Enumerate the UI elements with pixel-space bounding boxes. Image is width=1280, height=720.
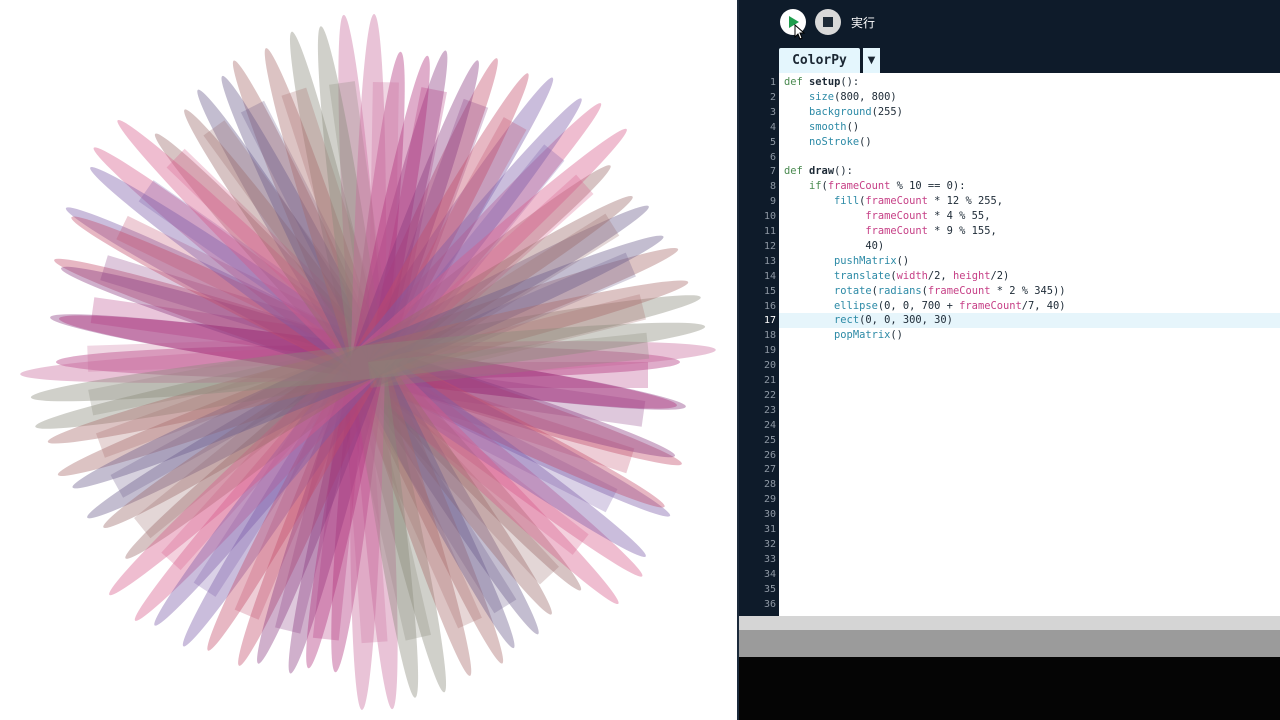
line-number: 18 xyxy=(763,330,776,342)
line-number: 27 xyxy=(763,464,776,476)
line-number: 30 xyxy=(763,509,776,521)
code-line[interactable]: 40) xyxy=(784,239,884,254)
line-number: 11 xyxy=(763,226,776,237)
toolbar: 実行 xyxy=(739,0,1280,44)
tab-colorpy[interactable]: ColorPy xyxy=(779,48,860,74)
code-line[interactable]: background(255) xyxy=(784,105,903,120)
code-line[interactable]: noStroke() xyxy=(784,135,872,150)
line-number-gutter: 1 2 3 4 5 6 7 8 9 10 11 12 13 14 15 16 17 18 19 20 21 22 23 24 2… xyxy=(739,73,779,616)
sketch-canvas xyxy=(0,0,737,720)
line-number: 32 xyxy=(763,538,776,550)
line-number: 14 xyxy=(763,270,776,282)
line-number: 29 xyxy=(763,494,776,506)
line-number: 22 xyxy=(763,389,776,401)
stop-icon xyxy=(823,17,833,27)
line-number: 33 xyxy=(763,553,776,565)
line-number: 16 xyxy=(763,300,776,312)
code-line[interactable]: smooth() xyxy=(784,120,859,135)
code-line[interactable]: fill(frameCount * 12 % 255, xyxy=(784,194,1003,209)
code-line[interactable]: translate(width/2, height/2) xyxy=(784,269,1009,284)
line-number: 17 xyxy=(763,315,776,327)
line-number: 6 xyxy=(769,151,776,163)
line-number: 15 xyxy=(763,285,776,297)
line-number: 26 xyxy=(763,449,776,461)
code-editor[interactable]: def setup(): size(800, 800) background(2… xyxy=(779,73,1280,616)
code-line[interactable]: rect(0, 0, 300, 30) xyxy=(784,313,953,328)
code-line[interactable]: pushMatrix() xyxy=(784,254,909,269)
line-number: 36 xyxy=(763,598,776,610)
line-number: 25 xyxy=(763,434,776,446)
mouse-cursor-icon xyxy=(794,24,806,40)
line-number: 9 xyxy=(769,196,776,208)
line-number: 23 xyxy=(763,404,776,416)
code-line[interactable]: def draw(): xyxy=(784,164,853,179)
code-line[interactable]: rotate(radians(frameCount * 2 % 345)) xyxy=(784,284,1066,299)
line-number: 28 xyxy=(763,479,776,491)
line-number: 31 xyxy=(763,524,776,535)
line-number: 20 xyxy=(763,360,776,372)
line-number: 24 xyxy=(763,419,776,431)
line-number: 19 xyxy=(763,345,776,357)
code-line[interactable]: frameCount * 4 % 55, xyxy=(784,209,990,224)
code-line[interactable]: if(frameCount % 10 == 0): xyxy=(784,179,965,194)
line-number: 1 xyxy=(769,77,776,88)
line-number: 5 xyxy=(769,136,776,148)
line-number: 13 xyxy=(763,255,776,267)
horizontal-scrollbar[interactable] xyxy=(739,616,1280,630)
code-line[interactable]: popMatrix() xyxy=(784,328,903,343)
line-number: 4 xyxy=(769,121,776,133)
ide-panel: 実行 ColorPy ▼ 1 2 3 4 5 6 7 8 9 10 11 12 13 14 15 16 17 18… xyxy=(739,0,1280,720)
line-number: 10 xyxy=(763,211,776,223)
code-line[interactable]: ellipse(0, 0, 700 + frameCount/7, 40) xyxy=(784,299,1065,314)
line-number: 8 xyxy=(769,181,776,193)
line-number: 12 xyxy=(763,240,776,252)
code-line[interactable]: frameCount * 9 % 155, xyxy=(784,224,996,239)
status-bar xyxy=(739,630,1280,657)
tab-dropdown-icon[interactable]: ▼ xyxy=(863,48,880,74)
stop-button[interactable] xyxy=(815,9,841,35)
line-number: 7 xyxy=(769,166,776,178)
line-number: 3 xyxy=(769,106,776,118)
code-line[interactable]: def setup(): xyxy=(784,75,859,90)
line-number: 34 xyxy=(763,568,776,580)
run-label: 実行 xyxy=(851,16,876,30)
line-number: 35 xyxy=(763,583,776,595)
line-number: 21 xyxy=(763,375,776,386)
console-output xyxy=(739,657,1280,720)
line-number: 2 xyxy=(769,91,776,103)
code-line[interactable]: size(800, 800) xyxy=(784,90,897,105)
sketch-output xyxy=(20,14,716,710)
